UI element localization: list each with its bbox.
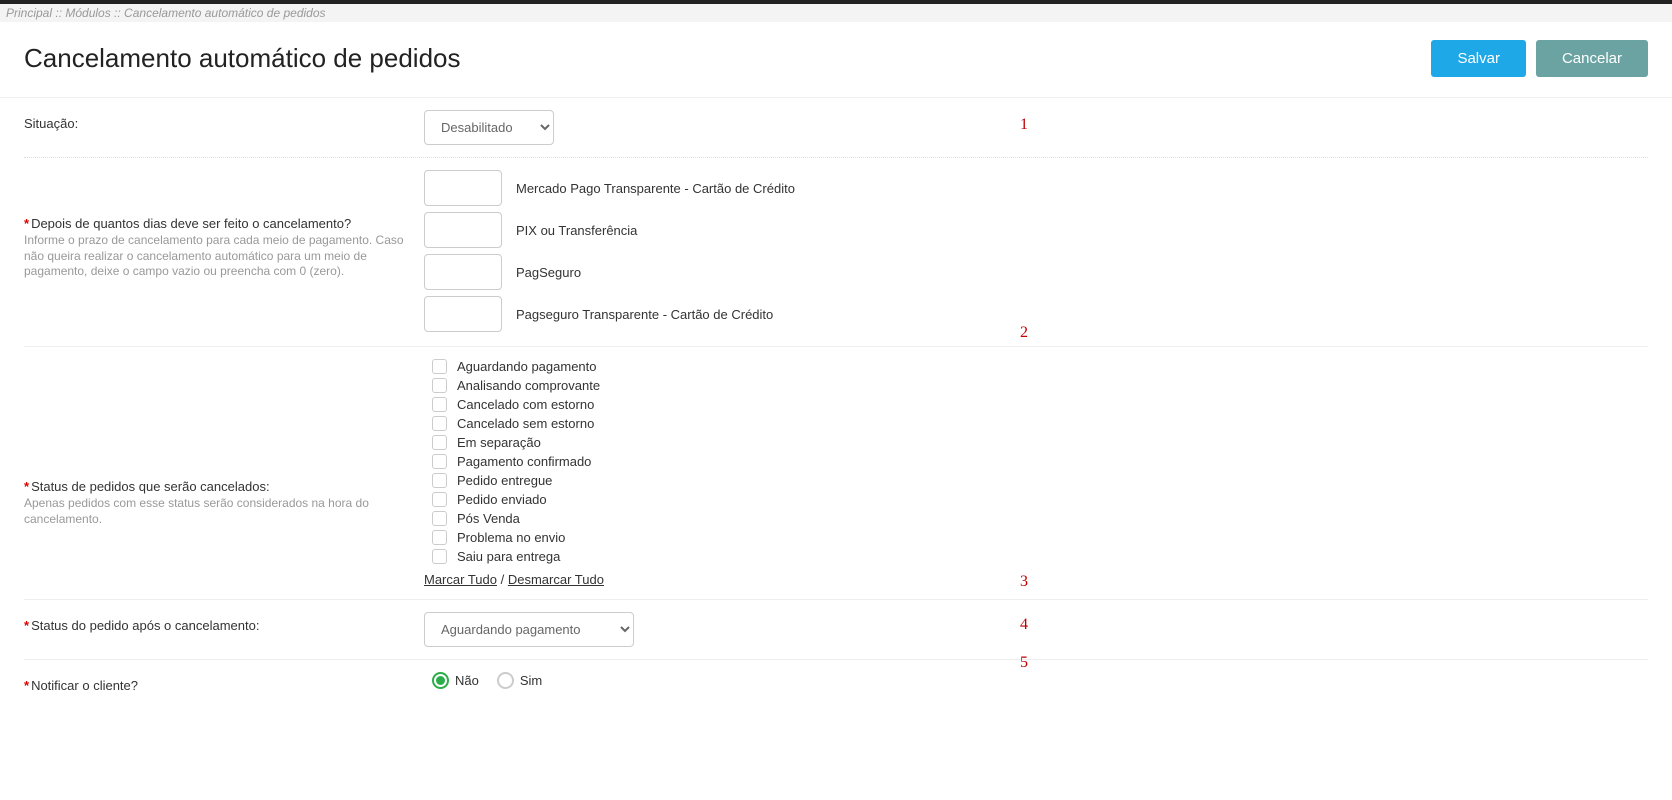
- payment-group: Mercado Pago Transparente - Cartão de Cr…: [424, 170, 1648, 334]
- status-checkbox-label: Pedido enviado: [457, 492, 547, 507]
- status-checkbox[interactable]: [432, 549, 447, 564]
- payment-label: Mercado Pago Transparente - Cartão de Cr…: [516, 181, 795, 196]
- payment-item: Mercado Pago Transparente - Cartão de Cr…: [424, 170, 1648, 206]
- status-checkbox-item[interactable]: Cancelado com estorno: [432, 397, 1648, 412]
- notify-label: *Notificar o cliente?: [24, 678, 404, 693]
- status-checkbox[interactable]: [432, 359, 447, 374]
- status-checkbox-item[interactable]: Problema no envio: [432, 530, 1648, 545]
- row-days: *Depois de quantos dias deve ser feito o…: [24, 158, 1648, 347]
- payment-days-input[interactable]: [424, 296, 502, 332]
- status-checkbox-item[interactable]: Pedido enviado: [432, 492, 1648, 507]
- status-after-label: *Status do pedido após o cancelamento:: [24, 618, 404, 633]
- required-marker: *: [24, 216, 29, 231]
- status-checkbox-label: Em separação: [457, 435, 541, 450]
- status-checkbox[interactable]: [432, 492, 447, 507]
- status-checkbox-label: Pós Venda: [457, 511, 520, 526]
- status-checkbox[interactable]: [432, 511, 447, 526]
- status-checkbox[interactable]: [432, 397, 447, 412]
- payment-item: PagSeguro: [424, 254, 1648, 290]
- status-checkbox-label: Cancelado sem estorno: [457, 416, 594, 431]
- header-actions: Salvar Cancelar: [1431, 40, 1648, 77]
- status-checkbox-item[interactable]: Cancelado sem estorno: [432, 416, 1648, 431]
- payment-days-input[interactable]: [424, 254, 502, 290]
- status-checkbox-label: Analisando comprovante: [457, 378, 600, 393]
- payment-item: Pagseguro Transparente - Cartão de Crédi…: [424, 296, 1648, 332]
- notify-yes-option[interactable]: Sim: [497, 672, 542, 689]
- status-checkbox[interactable]: [432, 530, 447, 545]
- status-checkbox-item[interactable]: Analisando comprovante: [432, 378, 1648, 393]
- notify-no-label: Não: [455, 673, 479, 688]
- notify-no-option[interactable]: Não: [432, 672, 479, 689]
- row-notify: *Notificar o cliente? Não Sim 5: [24, 660, 1648, 705]
- days-help: Informe o prazo de cancelamento para cad…: [24, 233, 404, 280]
- payment-label: Pagseguro Transparente - Cartão de Crédi…: [516, 307, 773, 322]
- row-status-after: *Status do pedido após o cancelamento: A…: [24, 600, 1648, 660]
- page-title: Cancelamento automático de pedidos: [24, 43, 461, 74]
- status-cancel-label: *Status de pedidos que serão cancelados:: [24, 479, 404, 494]
- status-checkbox-label: Saiu para entrega: [457, 549, 560, 564]
- status-checkbox-list: Aguardando pagamento Analisando comprovan…: [432, 359, 1648, 564]
- annotation-3: 3: [1020, 573, 1028, 591]
- status-checkbox[interactable]: [432, 454, 447, 469]
- page-header: Cancelamento automático de pedidos Salva…: [0, 22, 1672, 98]
- annotation-5: 5: [1020, 654, 1028, 672]
- mark-all-link[interactable]: Marcar Tudo: [424, 572, 497, 587]
- payment-label: PIX ou Transferência: [516, 223, 637, 238]
- required-marker: *: [24, 479, 29, 494]
- status-bulk-links: Marcar Tudo / Desmarcar Tudo: [424, 572, 1648, 587]
- row-status-cancel: *Status de pedidos que serão cancelados:…: [24, 347, 1648, 600]
- status-checkbox[interactable]: [432, 435, 447, 450]
- status-after-select[interactable]: Aguardando pagamento: [424, 612, 634, 647]
- status-cancel-help: Apenas pedidos com esse status serão con…: [24, 496, 404, 527]
- status-checkbox-label: Pagamento confirmado: [457, 454, 591, 469]
- payment-days-input[interactable]: [424, 212, 502, 248]
- annotation-4: 4: [1020, 616, 1028, 634]
- required-marker: *: [24, 678, 29, 693]
- status-checkbox-label: Pedido entregue: [457, 473, 552, 488]
- situation-select[interactable]: Desabilitado: [424, 110, 554, 145]
- status-checkbox-label: Cancelado com estorno: [457, 397, 594, 412]
- form: Situação: Desabilitado 1 *Depois de quan…: [0, 98, 1672, 705]
- payment-days-input[interactable]: [424, 170, 502, 206]
- status-checkbox-item[interactable]: Pedido entregue: [432, 473, 1648, 488]
- payment-item: PIX ou Transferência: [424, 212, 1648, 248]
- unmark-all-link[interactable]: Desmarcar Tudo: [508, 572, 604, 587]
- save-button[interactable]: Salvar: [1431, 40, 1526, 77]
- radio-icon: [432, 672, 449, 689]
- payment-label: PagSeguro: [516, 265, 581, 280]
- status-checkbox[interactable]: [432, 416, 447, 431]
- row-situation: Situação: Desabilitado 1: [24, 98, 1648, 158]
- status-checkbox[interactable]: [432, 378, 447, 393]
- notify-radio-group: Não Sim: [432, 672, 1648, 689]
- required-marker: *: [24, 618, 29, 633]
- annotation-1: 1: [1020, 116, 1028, 134]
- status-checkbox-label: Problema no envio: [457, 530, 565, 545]
- status-checkbox-item[interactable]: Em separação: [432, 435, 1648, 450]
- days-label: *Depois de quantos dias deve ser feito o…: [24, 216, 404, 231]
- status-checkbox-item[interactable]: Aguardando pagamento: [432, 359, 1648, 374]
- situation-label: Situação:: [24, 116, 404, 131]
- status-checkbox-item[interactable]: Saiu para entrega: [432, 549, 1648, 564]
- status-checkbox-item[interactable]: Pagamento confirmado: [432, 454, 1648, 469]
- breadcrumb: Principal :: Módulos :: Cancelamento aut…: [0, 4, 1672, 22]
- notify-yes-label: Sim: [520, 673, 542, 688]
- radio-icon: [497, 672, 514, 689]
- annotation-2: 2: [1020, 324, 1028, 342]
- status-checkbox-item[interactable]: Pós Venda: [432, 511, 1648, 526]
- status-checkbox-label: Aguardando pagamento: [457, 359, 597, 374]
- status-checkbox[interactable]: [432, 473, 447, 488]
- cancel-button[interactable]: Cancelar: [1536, 40, 1648, 77]
